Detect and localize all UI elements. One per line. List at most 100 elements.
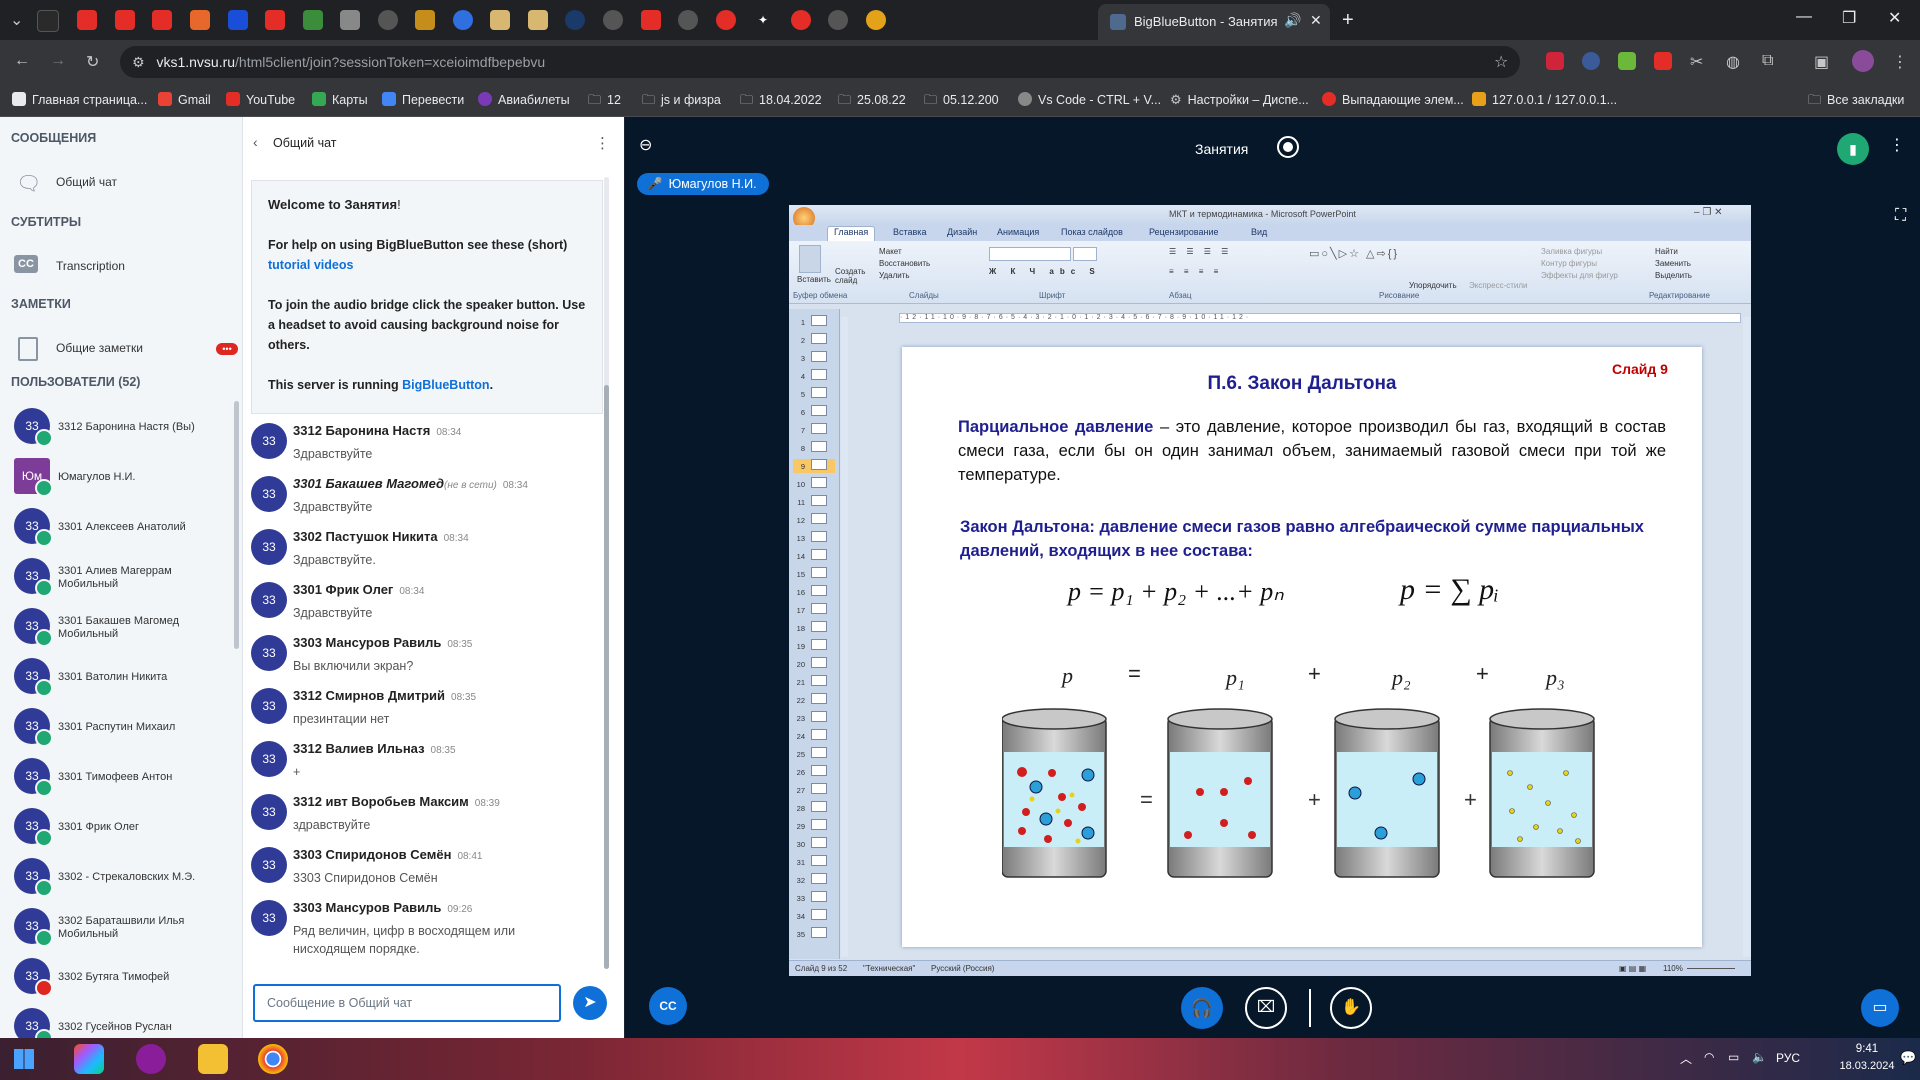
camera-button[interactable]: ⌧ (1245, 987, 1287, 1029)
bookmark-item[interactable]: ⚙ Настройки – Диспе... (1170, 84, 1309, 116)
extension-icon[interactable] (1546, 52, 1564, 70)
window-close-icon[interactable]: ✕ (1888, 8, 1901, 28)
shape-outline-button[interactable]: Контур фигуры (1541, 259, 1597, 268)
bookmark-item[interactable]: YouTube (226, 84, 295, 116)
tab-favicon[interactable] (340, 10, 360, 30)
bookmark-folder[interactable]: 🗀 js и физра (642, 84, 721, 116)
slide-thumbnail[interactable]: 27 (793, 783, 835, 797)
sidebar-item-shared-notes[interactable]: Общие заметки ••• (12, 331, 238, 367)
align-buttons[interactable]: ≡ ≡ ≡ ≡ (1169, 267, 1222, 276)
slide-thumbnail[interactable]: 10 (793, 477, 835, 491)
user-list-item[interactable]: 33 3301 Фрик Олег (0, 801, 232, 851)
tray-arrow-icon[interactable]: ︿ (1680, 1050, 1692, 1067)
youtube-tab-icon[interactable] (265, 10, 285, 30)
battery-icon[interactable]: ▭ (1728, 1050, 1739, 1064)
chat-title[interactable]: Общий чат (273, 136, 337, 150)
ppt-tab[interactable]: Рецензирование (1143, 227, 1225, 237)
thumbnail-scrollbar[interactable] (841, 317, 848, 957)
bookmark-item[interactable]: Выпадающие элем... (1322, 84, 1464, 116)
paragraph-buttons[interactable]: ☰ ☰ ☰ ☰ (1169, 247, 1232, 256)
font-format-buttons[interactable]: Ж К Ч abc S (989, 267, 1101, 276)
wifi-icon[interactable]: ◠ (1704, 1050, 1714, 1064)
ppt-window-controls[interactable]: – ❐ ✕ (1694, 207, 1722, 218)
tab-favicon[interactable] (490, 10, 510, 30)
user-list-item[interactable]: 33 3301 Алиев Магеррам Мобильный (0, 551, 232, 601)
ppt-tab[interactable]: Показ слайдов (1055, 227, 1129, 237)
tab-favicon[interactable] (190, 10, 210, 30)
restore-icon[interactable]: ❐ (1842, 8, 1856, 28)
find-button[interactable]: Найти (1655, 247, 1678, 256)
audio-headphones-button[interactable]: 🎧 (1181, 987, 1223, 1029)
slide-thumbnail[interactable]: 14 (793, 549, 835, 563)
tab-close-icon[interactable]: ✕ (1310, 12, 1322, 29)
user-list-item[interactable]: Юм Юмагулов Н.И. (0, 451, 232, 501)
chat-scrollbar[interactable] (604, 385, 609, 969)
slide-scrollbar[interactable] (1743, 317, 1751, 957)
ppt-tab[interactable]: Дизайн (941, 227, 983, 237)
slide-thumbnail[interactable]: 9 (793, 459, 835, 473)
bookmark-folder[interactable]: 🗀 18.04.2022 (740, 84, 822, 116)
captions-button[interactable]: CC (649, 987, 687, 1025)
select-button[interactable]: Выделить (1655, 271, 1692, 280)
ppt-tab[interactable]: Главная (827, 226, 876, 241)
slide-thumbnail[interactable]: 31 (793, 855, 835, 869)
ppt-tab[interactable]: Анимация (991, 227, 1045, 237)
options-menu-icon[interactable]: ⋮ (1889, 135, 1905, 155)
slide-thumbnail[interactable]: 17 (793, 603, 835, 617)
tab-favicon[interactable] (303, 10, 323, 30)
delete-button[interactable]: Удалить (879, 271, 910, 280)
new-slide-button[interactable]: Создать слайд (835, 267, 871, 285)
quick-styles-button[interactable]: Экспресс-стили (1469, 281, 1528, 290)
bookmark-item[interactable]: 127.0.0.1 / 127.0.0.1... (1472, 84, 1617, 116)
omnibox[interactable]: ⚙ vks1.nvsu.ru/html5client/join?sessionT… (120, 46, 1520, 78)
user-list-item[interactable]: 33 3302 Гусейнов Руслан (0, 1001, 232, 1038)
site-info-icon[interactable]: ⚙ (132, 54, 145, 70)
slide-thumbnail[interactable]: 20 (793, 657, 835, 671)
slide-thumbnail[interactable]: 28 (793, 801, 835, 815)
slide-thumbnail[interactable]: 21 (793, 675, 835, 689)
status-view-buttons[interactable]: ▣ ▤ ▦ (1619, 961, 1646, 976)
slide-thumbnail[interactable]: 2 (793, 333, 835, 347)
vpn-extension-icon[interactable]: ◍ (1726, 52, 1740, 72)
minimize-icon[interactable]: — (1796, 8, 1812, 26)
profile-avatar[interactable] (1852, 50, 1874, 72)
all-bookmarks[interactable]: 🗀 Все закладки (1808, 84, 1904, 116)
explorer-folder-icon[interactable] (198, 1044, 228, 1074)
slide-thumbnail[interactable]: 34 (793, 909, 835, 923)
raise-hand-button[interactable]: ✋ (1330, 987, 1372, 1029)
youtube-tab-icon[interactable] (115, 10, 135, 30)
slide-thumbnail[interactable]: 29 (793, 819, 835, 833)
tab-favicon[interactable] (378, 10, 398, 30)
extensions-puzzle-icon[interactable]: ⧉ (1762, 52, 1773, 70)
fullscreen-icon[interactable]: ⛶ (1895, 207, 1906, 225)
yandex-tab-icon[interactable] (791, 10, 811, 30)
tab-favicon[interactable] (415, 10, 435, 30)
vk-extension-icon[interactable] (1582, 52, 1600, 70)
slide-thumbnail[interactable]: 3 (793, 351, 835, 365)
replace-button[interactable]: Заменить (1655, 259, 1691, 268)
start-windows-icon[interactable] (14, 1049, 34, 1069)
shapes-gallery[interactable]: ▭○╲▷☆ △⇨{} (1309, 247, 1409, 287)
app-taskbar-icon[interactable] (136, 1044, 166, 1074)
bookmark-item[interactable]: Gmail (158, 84, 211, 116)
tab-favicon[interactable] (528, 10, 548, 30)
tab-favicon[interactable] (228, 10, 248, 30)
layout-button[interactable]: Макет (879, 247, 902, 256)
volume-icon[interactable]: 🔈 (1752, 1050, 1767, 1064)
browser-menu-icon[interactable]: ⋮ (1892, 52, 1908, 72)
user-list-item[interactable]: 33 3301 Бакашев Магомед Мобильный (0, 601, 232, 651)
download-extension-icon[interactable] (1618, 52, 1636, 70)
extension-icon[interactable]: ✂ (1690, 52, 1703, 72)
tab-favicon[interactable] (678, 10, 698, 30)
phpstorm-taskbar-icon[interactable] (74, 1044, 104, 1074)
slide-thumbnail[interactable]: 1 (793, 315, 835, 329)
slide-thumbnail[interactable]: 7 (793, 423, 835, 437)
slide-thumbnail[interactable]: 8 (793, 441, 835, 455)
bookmark-folder[interactable]: 🗀 12 (588, 84, 621, 116)
bookmark-item[interactable]: Авиабилеты (478, 84, 570, 116)
slide-thumbnail[interactable]: 11 (793, 495, 835, 509)
tab-audio-icon[interactable]: 🔊 (1284, 12, 1301, 29)
connection-status-icon[interactable]: ▮ (1837, 133, 1869, 165)
tab-favicon[interactable] (37, 10, 59, 32)
youtube-tab-icon[interactable] (152, 10, 172, 30)
